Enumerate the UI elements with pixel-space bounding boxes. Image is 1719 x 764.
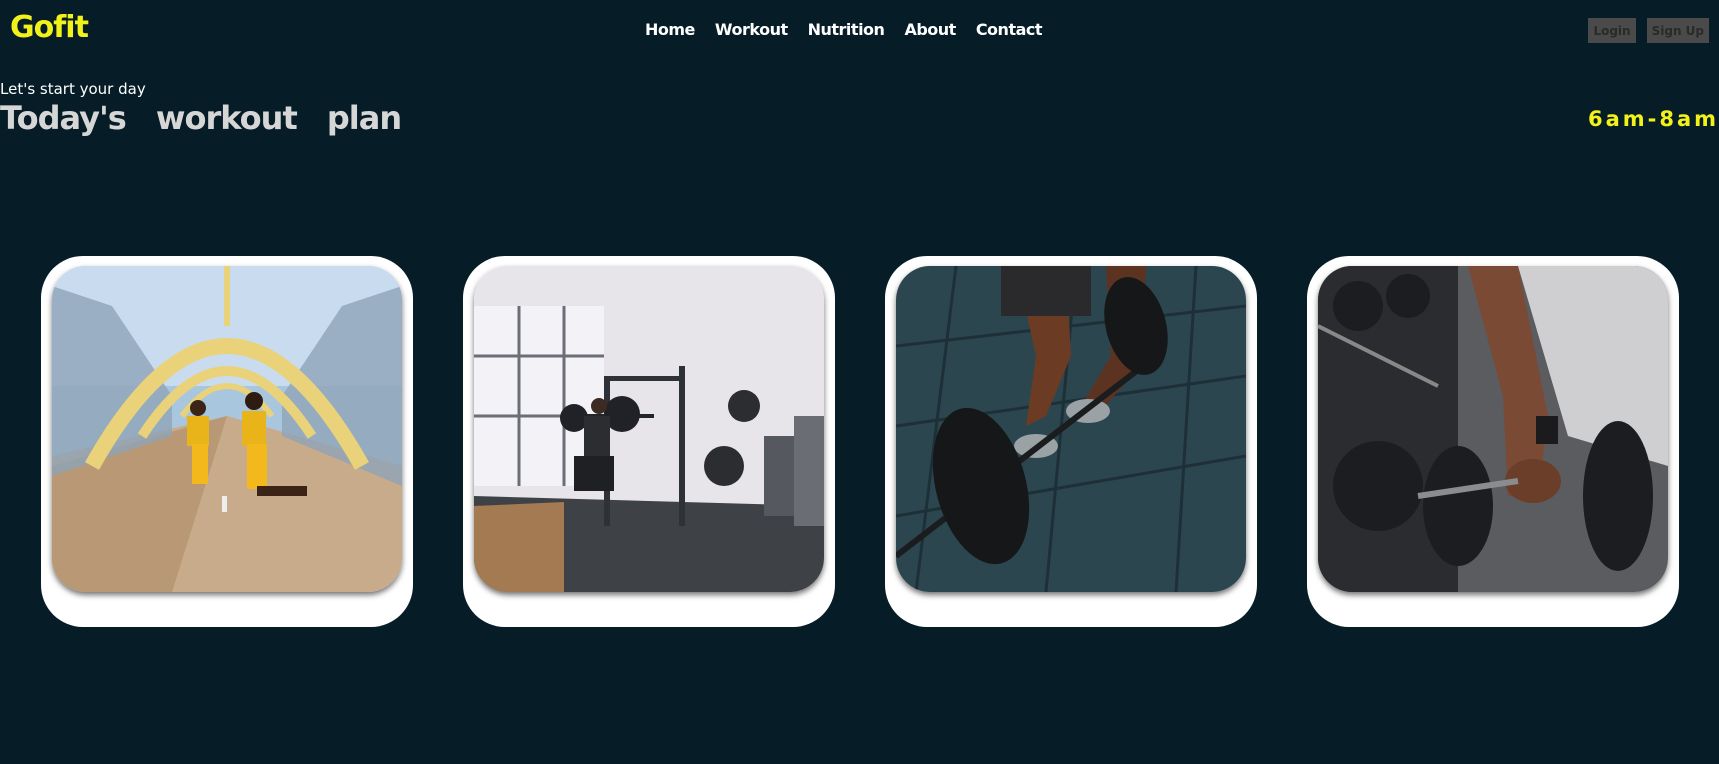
nav-about[interactable]: About [904,20,956,39]
page: Gofit Home Workout Nutrition About Conta… [0,0,1719,764]
nav-nutrition[interactable]: Nutrition [808,20,885,39]
workout-card-4[interactable] [1307,256,1679,627]
workout-card-3[interactable] [885,256,1257,627]
gym-squat-rack-photo [474,266,824,592]
auth-buttons: Login Sign Up [1588,18,1709,43]
nav-home[interactable]: Home [645,20,695,39]
signup-button[interactable]: Sign Up [1646,18,1709,43]
nav-contact[interactable]: Contact [976,20,1043,39]
nav-workout[interactable]: Workout [715,20,788,39]
login-button[interactable]: Login [1588,18,1636,43]
dumbbell-rack-photo [1318,266,1668,592]
page-title: Today's workout plan [0,99,402,137]
hero-subtitle: Let's start your day [0,80,146,98]
workout-card-2[interactable] [463,256,835,627]
main-nav: Home Workout Nutrition About Contact [645,20,1043,39]
logo[interactable]: Gofit [10,10,89,45]
workout-time: 6am-8am [1587,107,1719,131]
workout-card-1[interactable] [41,256,413,627]
barbell-deadlift-photo [896,266,1246,592]
bridge-lunge-photo [52,266,402,592]
